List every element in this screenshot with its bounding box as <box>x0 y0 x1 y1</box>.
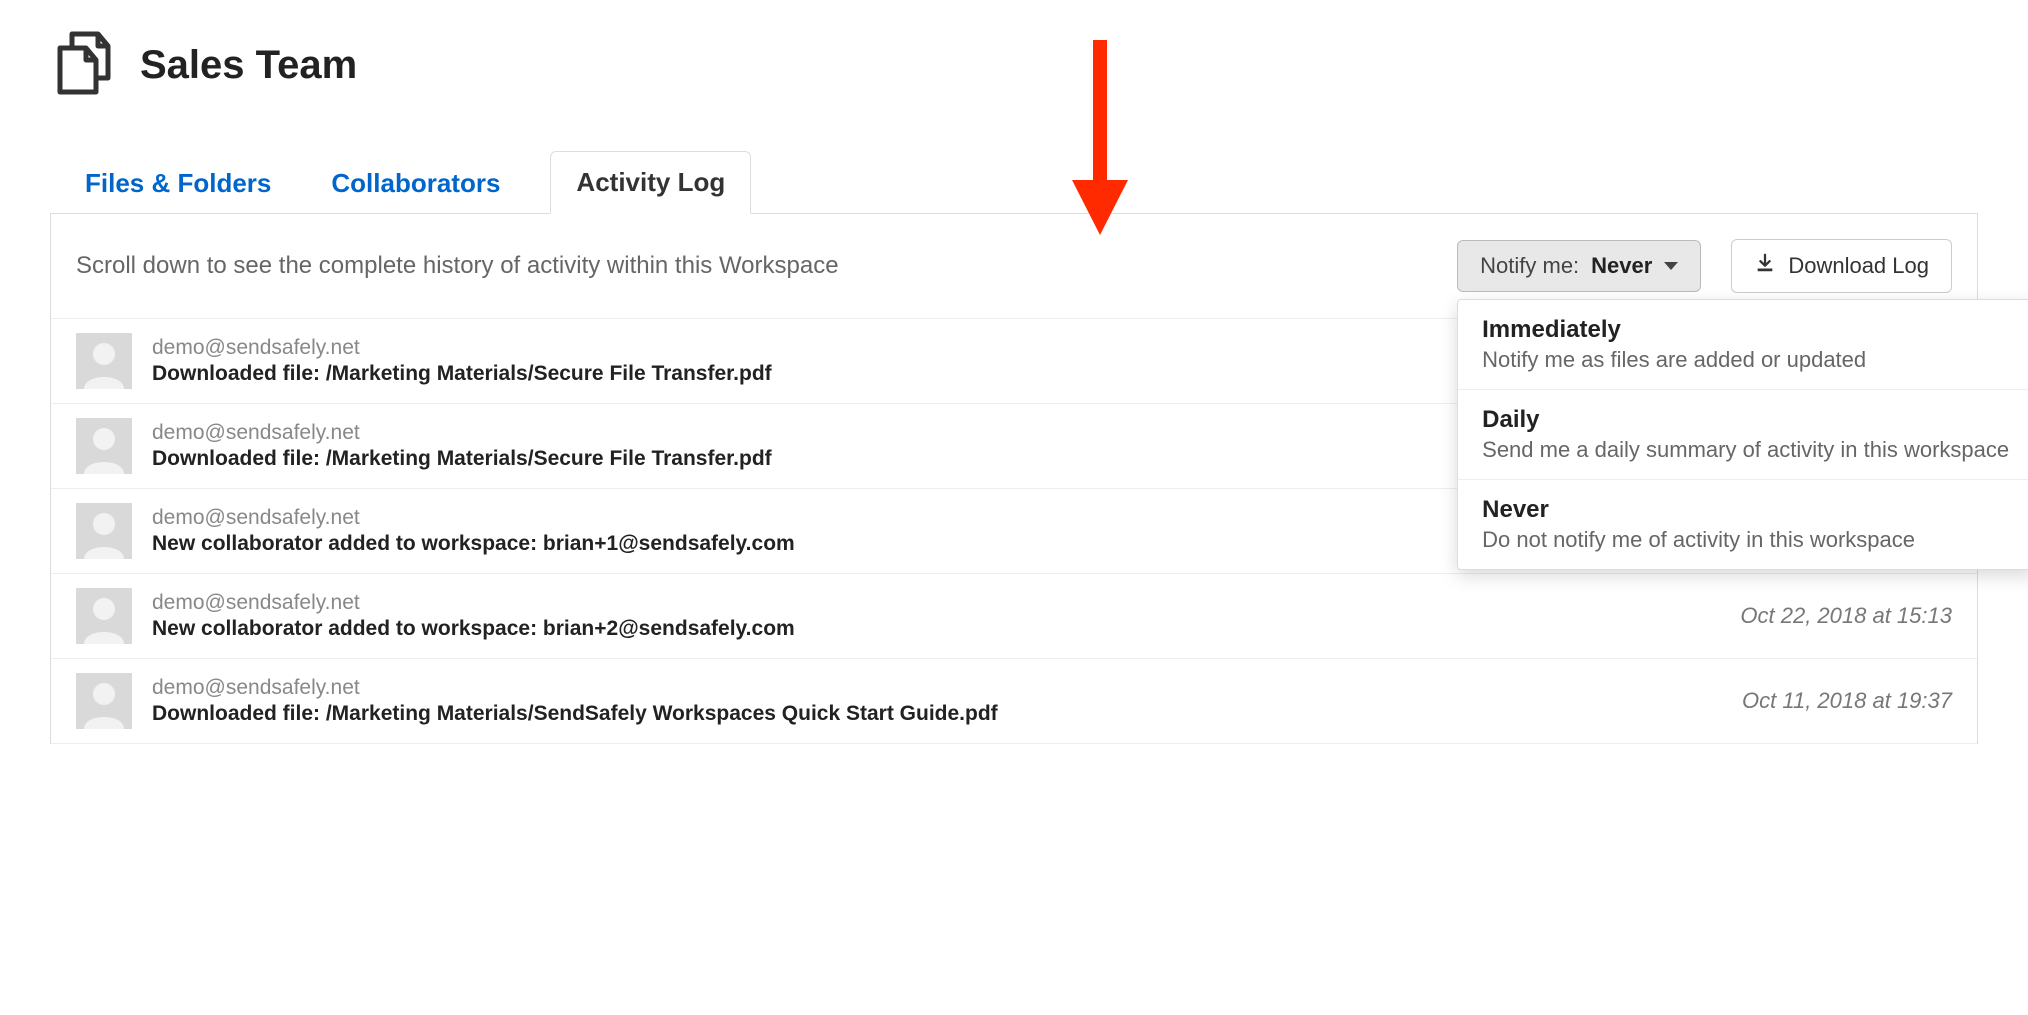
notify-prefix-label: Notify me: <box>1480 253 1579 279</box>
notify-option-never[interactable]: Never Do not notify me of activity in th… <box>1458 480 2028 569</box>
notify-me-dropdown-button[interactable]: Notify me: Never <box>1457 240 1701 292</box>
notify-value-label: Never <box>1591 253 1652 279</box>
notify-option-desc: Notify me as files are added or updated <box>1482 347 2012 373</box>
activity-row: demo@sendsafely.net Downloaded file: /Ma… <box>51 659 1977 744</box>
page-title: Sales Team <box>140 43 357 88</box>
download-log-label: Download Log <box>1788 253 1929 279</box>
avatar <box>76 588 132 644</box>
avatar <box>76 333 132 389</box>
activity-user-email: demo@sendsafely.net <box>152 676 1702 700</box>
workspace-header: Sales Team <box>50 30 1978 100</box>
tab-files-folders[interactable]: Files & Folders <box>75 153 281 214</box>
download-icon <box>1754 252 1776 280</box>
caret-down-icon <box>1664 262 1678 270</box>
avatar <box>76 418 132 474</box>
tab-collaborators[interactable]: Collaborators <box>321 153 510 214</box>
avatar <box>76 673 132 729</box>
files-icon <box>50 30 120 100</box>
activity-user-email: demo@sendsafely.net <box>152 591 1700 615</box>
notify-option-title: Immediately <box>1482 316 2012 344</box>
notify-option-immediately[interactable]: Immediately Notify me as files are added… <box>1458 300 2028 390</box>
instructions-text: Scroll down to see the complete history … <box>76 252 839 280</box>
avatar <box>76 503 132 559</box>
notify-option-daily[interactable]: Daily Send me a daily summary of activit… <box>1458 390 2028 480</box>
activity-panel: Scroll down to see the complete history … <box>50 214 1978 744</box>
notify-dropdown-menu: Immediately Notify me as files are added… <box>1457 299 2028 570</box>
activity-timestamp: Oct 22, 2018 at 15:13 <box>1720 603 1952 629</box>
activity-action-text: New collaborator added to workspace: bri… <box>152 617 1700 641</box>
tab-bar: Files & Folders Collaborators Activity L… <box>50 150 1978 214</box>
tab-activity-log[interactable]: Activity Log <box>550 151 751 214</box>
notify-option-title: Daily <box>1482 406 2012 434</box>
download-log-button[interactable]: Download Log <box>1731 239 1952 293</box>
notify-option-title: Never <box>1482 496 2012 524</box>
activity-timestamp: Oct 11, 2018 at 19:37 <box>1722 688 1952 714</box>
activity-row: demo@sendsafely.net New collaborator add… <box>51 574 1977 659</box>
activity-action-text: Downloaded file: /Marketing Materials/Se… <box>152 702 1702 726</box>
panel-toolbar: Scroll down to see the complete history … <box>51 214 1977 319</box>
notify-option-desc: Do not notify me of activity in this wor… <box>1482 527 2012 553</box>
notify-option-desc: Send me a daily summary of activity in t… <box>1482 437 2012 463</box>
